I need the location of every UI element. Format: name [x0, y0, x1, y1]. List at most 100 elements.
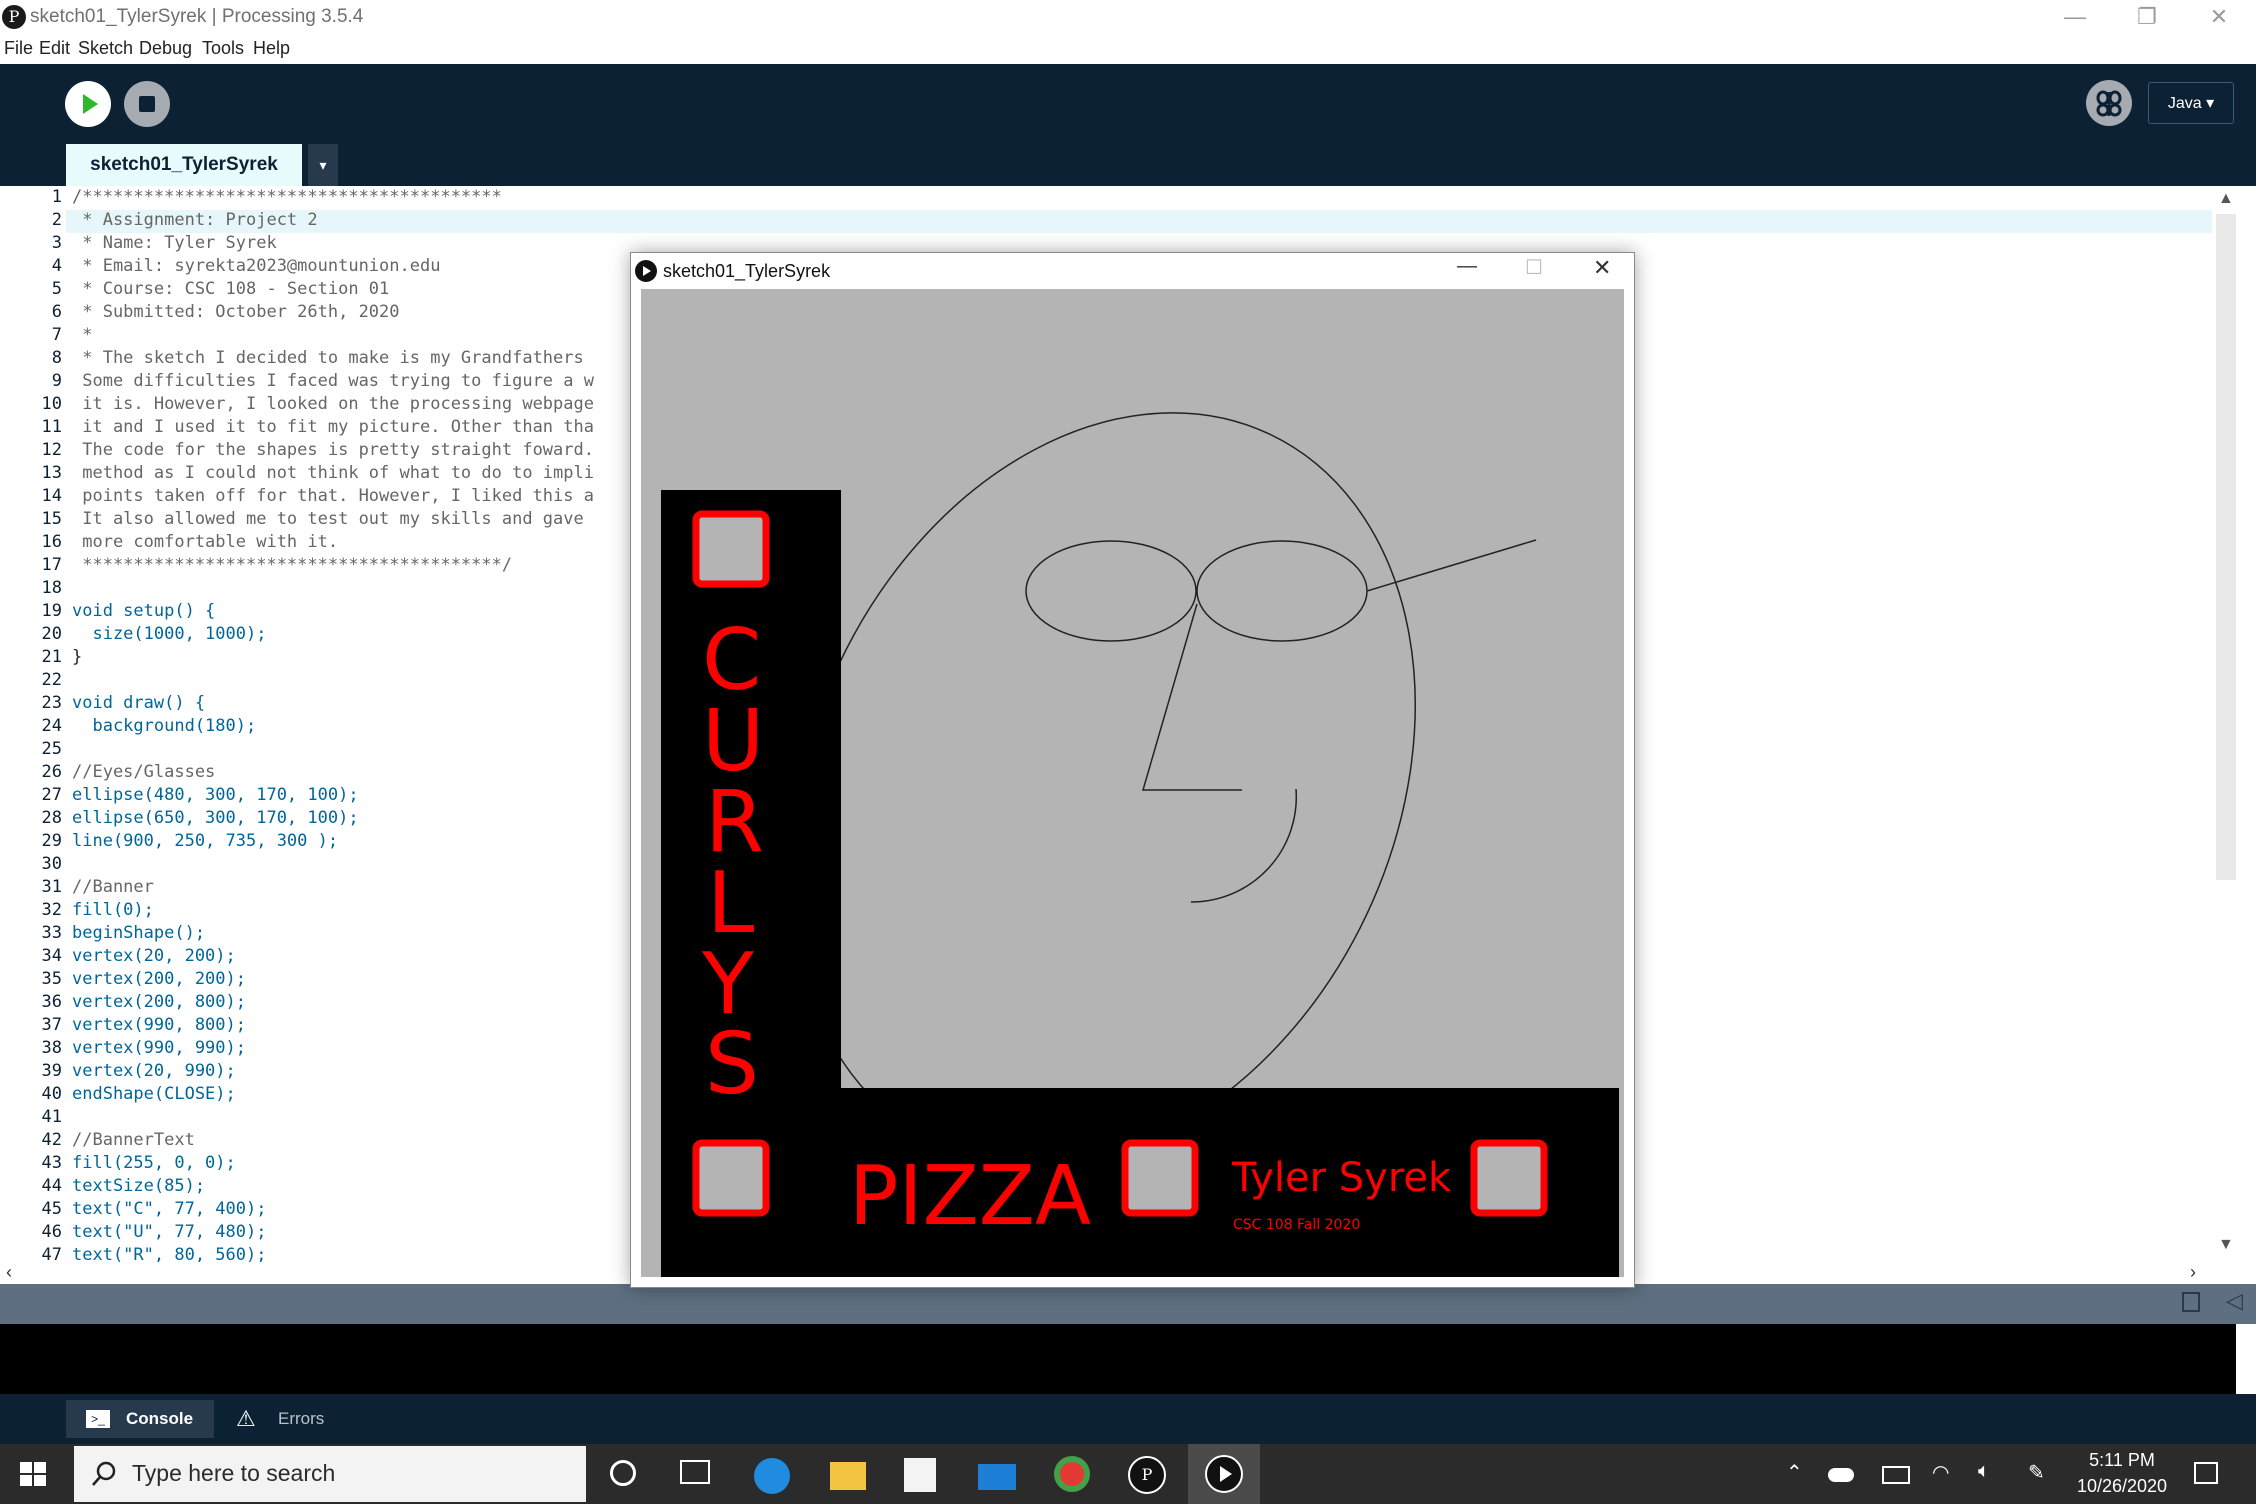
- edge-browser-icon[interactable]: [754, 1458, 790, 1494]
- stop-button[interactable]: [124, 81, 170, 127]
- window-title: sketch01_TylerSyrek | Processing 3.5.4: [30, 6, 364, 27]
- search-placeholder: Type here to search: [132, 1460, 336, 1486]
- left-glasses-lens: [1025, 540, 1197, 642]
- code-line: text("U", 77, 480);: [72, 1222, 267, 1242]
- line-number: 38: [41, 1038, 62, 1058]
- line-number: 8: [51, 348, 62, 368]
- mode-selector[interactable]: Java ▾: [2148, 82, 2234, 124]
- clock-date[interactable]: 10/26/2020: [2074, 1476, 2170, 1497]
- line-number: 2: [51, 210, 62, 230]
- menu-help[interactable]: Help: [253, 38, 290, 59]
- line-number: 37: [41, 1015, 62, 1035]
- line-number: 6: [51, 302, 62, 322]
- line-number: 33: [41, 923, 62, 943]
- code-line: Some difficulties I faced was trying to …: [72, 371, 594, 391]
- scroll-down-icon[interactable]: ▼: [2218, 1236, 2234, 1254]
- line-number: 30: [41, 854, 62, 874]
- course-text: CSC 108 Fall 2020: [1233, 1217, 1360, 1233]
- code-line: beginShape();: [72, 923, 206, 943]
- line-number: 1: [51, 187, 62, 207]
- menu-file[interactable]: File: [4, 38, 33, 59]
- code-line: //BannerText: [72, 1130, 195, 1150]
- code-line: size(1000, 1000);: [72, 624, 267, 644]
- notifications-icon[interactable]: [2194, 1462, 2218, 1484]
- code-line: background(180);: [72, 716, 257, 736]
- mail-icon[interactable]: [978, 1464, 1016, 1490]
- errors-tab[interactable]: ⚠ Errors: [220, 1400, 350, 1438]
- file-explorer-icon[interactable]: [830, 1462, 866, 1490]
- code-line: void setup() {: [72, 601, 216, 621]
- volume-icon[interactable]: 🔈︎: [1978, 1460, 1990, 1483]
- sketch-maximize-button[interactable]: ☐: [1525, 255, 1543, 280]
- console-tab-label: Console: [126, 1409, 194, 1428]
- minimize-button[interactable]: —: [2040, 0, 2110, 36]
- menu-edit[interactable]: Edit: [39, 38, 70, 59]
- warning-icon: ⚠: [236, 1406, 256, 1431]
- scroll-left-icon[interactable]: ‹: [6, 1262, 12, 1283]
- code-line: ellipse(650, 300, 170, 100);: [72, 808, 359, 828]
- code-line: text("C", 77, 400);: [72, 1199, 267, 1219]
- close-button[interactable]: ✕: [2184, 0, 2254, 36]
- code-line: void draw() {: [72, 693, 206, 713]
- scroll-right-icon[interactable]: ›: [2190, 1262, 2196, 1283]
- line-number: 17: [41, 555, 62, 575]
- current-line-highlight: [0, 210, 2212, 233]
- line-number-gutter: 1 2 3 4 5 6 7 8 9 10 11 12 13 14 15 16 17 18 19 20 21 22 23 24 2…: [0, 186, 66, 1262]
- scroll-up-icon[interactable]: ▲: [2218, 190, 2234, 208]
- wifi-icon[interactable]: ◠: [1932, 1460, 1949, 1485]
- toolbar: [0, 64, 2256, 186]
- collapse-console-icon[interactable]: ◁: [2226, 1288, 2243, 1314]
- windows-start-button[interactable]: [20, 1462, 48, 1493]
- line-number: 44: [41, 1176, 62, 1196]
- line-number: 41: [41, 1107, 62, 1127]
- microsoft-store-icon[interactable]: [904, 1458, 936, 1492]
- sketch-taskbar-button[interactable]: [1188, 1444, 1260, 1504]
- sketch-canvas[interactable]: C U R L Y S PIZZA Tyler Syrek CSC 108 Fa…: [641, 289, 1624, 1277]
- tab-menu-button[interactable]: ▾: [308, 144, 338, 186]
- line-number: 15: [41, 509, 62, 529]
- restore-button[interactable]: ❐: [2112, 0, 2182, 36]
- code-line: //Eyes/Glasses: [72, 762, 216, 782]
- copy-icon[interactable]: [2182, 1292, 2200, 1312]
- line-number: 23: [41, 693, 62, 713]
- sketch-close-button[interactable]: ✕: [1593, 255, 1611, 281]
- code-line: * The sketch I decided to make is my Gra…: [72, 348, 584, 368]
- sketch-minimize-button[interactable]: —: [1457, 255, 1477, 278]
- console-scrollbar[interactable]: [2236, 1324, 2256, 1394]
- processing-taskbar-icon[interactable]: P: [1128, 1456, 1166, 1494]
- task-view-icon[interactable]: [680, 1460, 710, 1484]
- code-line: * Course: CSC 108 - Section 01: [72, 279, 390, 299]
- sketch-window[interactable]: sketch01_TylerSyrek — ☐ ✕ C U R L Y S PI…: [630, 252, 1635, 1288]
- line-number: 22: [41, 670, 62, 690]
- menu-debug[interactable]: Debug: [139, 38, 192, 59]
- onedrive-icon[interactable]: [1828, 1468, 1854, 1482]
- line-number: 43: [41, 1153, 62, 1173]
- debugger-button[interactable]: [2086, 80, 2132, 126]
- clock-time[interactable]: 5:11 PM: [2074, 1450, 2170, 1471]
- line-number: 45: [41, 1199, 62, 1219]
- line-number: 31: [41, 877, 62, 897]
- vertical-scroll-thumb[interactable]: [2216, 214, 2236, 880]
- chrome-icon[interactable]: [1054, 1456, 1090, 1492]
- tab-sketch01[interactable]: sketch01_TylerSyrek: [66, 144, 302, 186]
- nose: [1142, 603, 1242, 791]
- menu-tools[interactable]: Tools: [202, 38, 244, 59]
- battery-icon[interactable]: [1882, 1466, 1910, 1484]
- terminal-icon: >_: [86, 1410, 110, 1428]
- code-line: text("R", 80, 560);: [72, 1245, 267, 1262]
- line-number: 34: [41, 946, 62, 966]
- menu-sketch[interactable]: Sketch: [78, 38, 133, 59]
- pen-icon[interactable]: ✎: [2028, 1460, 2045, 1485]
- author-text: Tyler Syrek: [1231, 1155, 1452, 1201]
- console-tab[interactable]: >_ Console: [66, 1400, 214, 1438]
- show-hidden-icons[interactable]: ⌃: [1786, 1460, 1803, 1485]
- code-line: vertex(20, 990);: [72, 1061, 236, 1081]
- code-line: //Banner: [72, 877, 154, 897]
- cortana-icon[interactable]: [610, 1460, 636, 1486]
- line-number: 32: [41, 900, 62, 920]
- line-number: 12: [41, 440, 62, 460]
- line-number: 9: [51, 371, 62, 391]
- code-line: It also allowed me to test out my skills…: [72, 509, 594, 529]
- code-line: vertex(20, 200);: [72, 946, 236, 966]
- run-button[interactable]: [65, 81, 111, 127]
